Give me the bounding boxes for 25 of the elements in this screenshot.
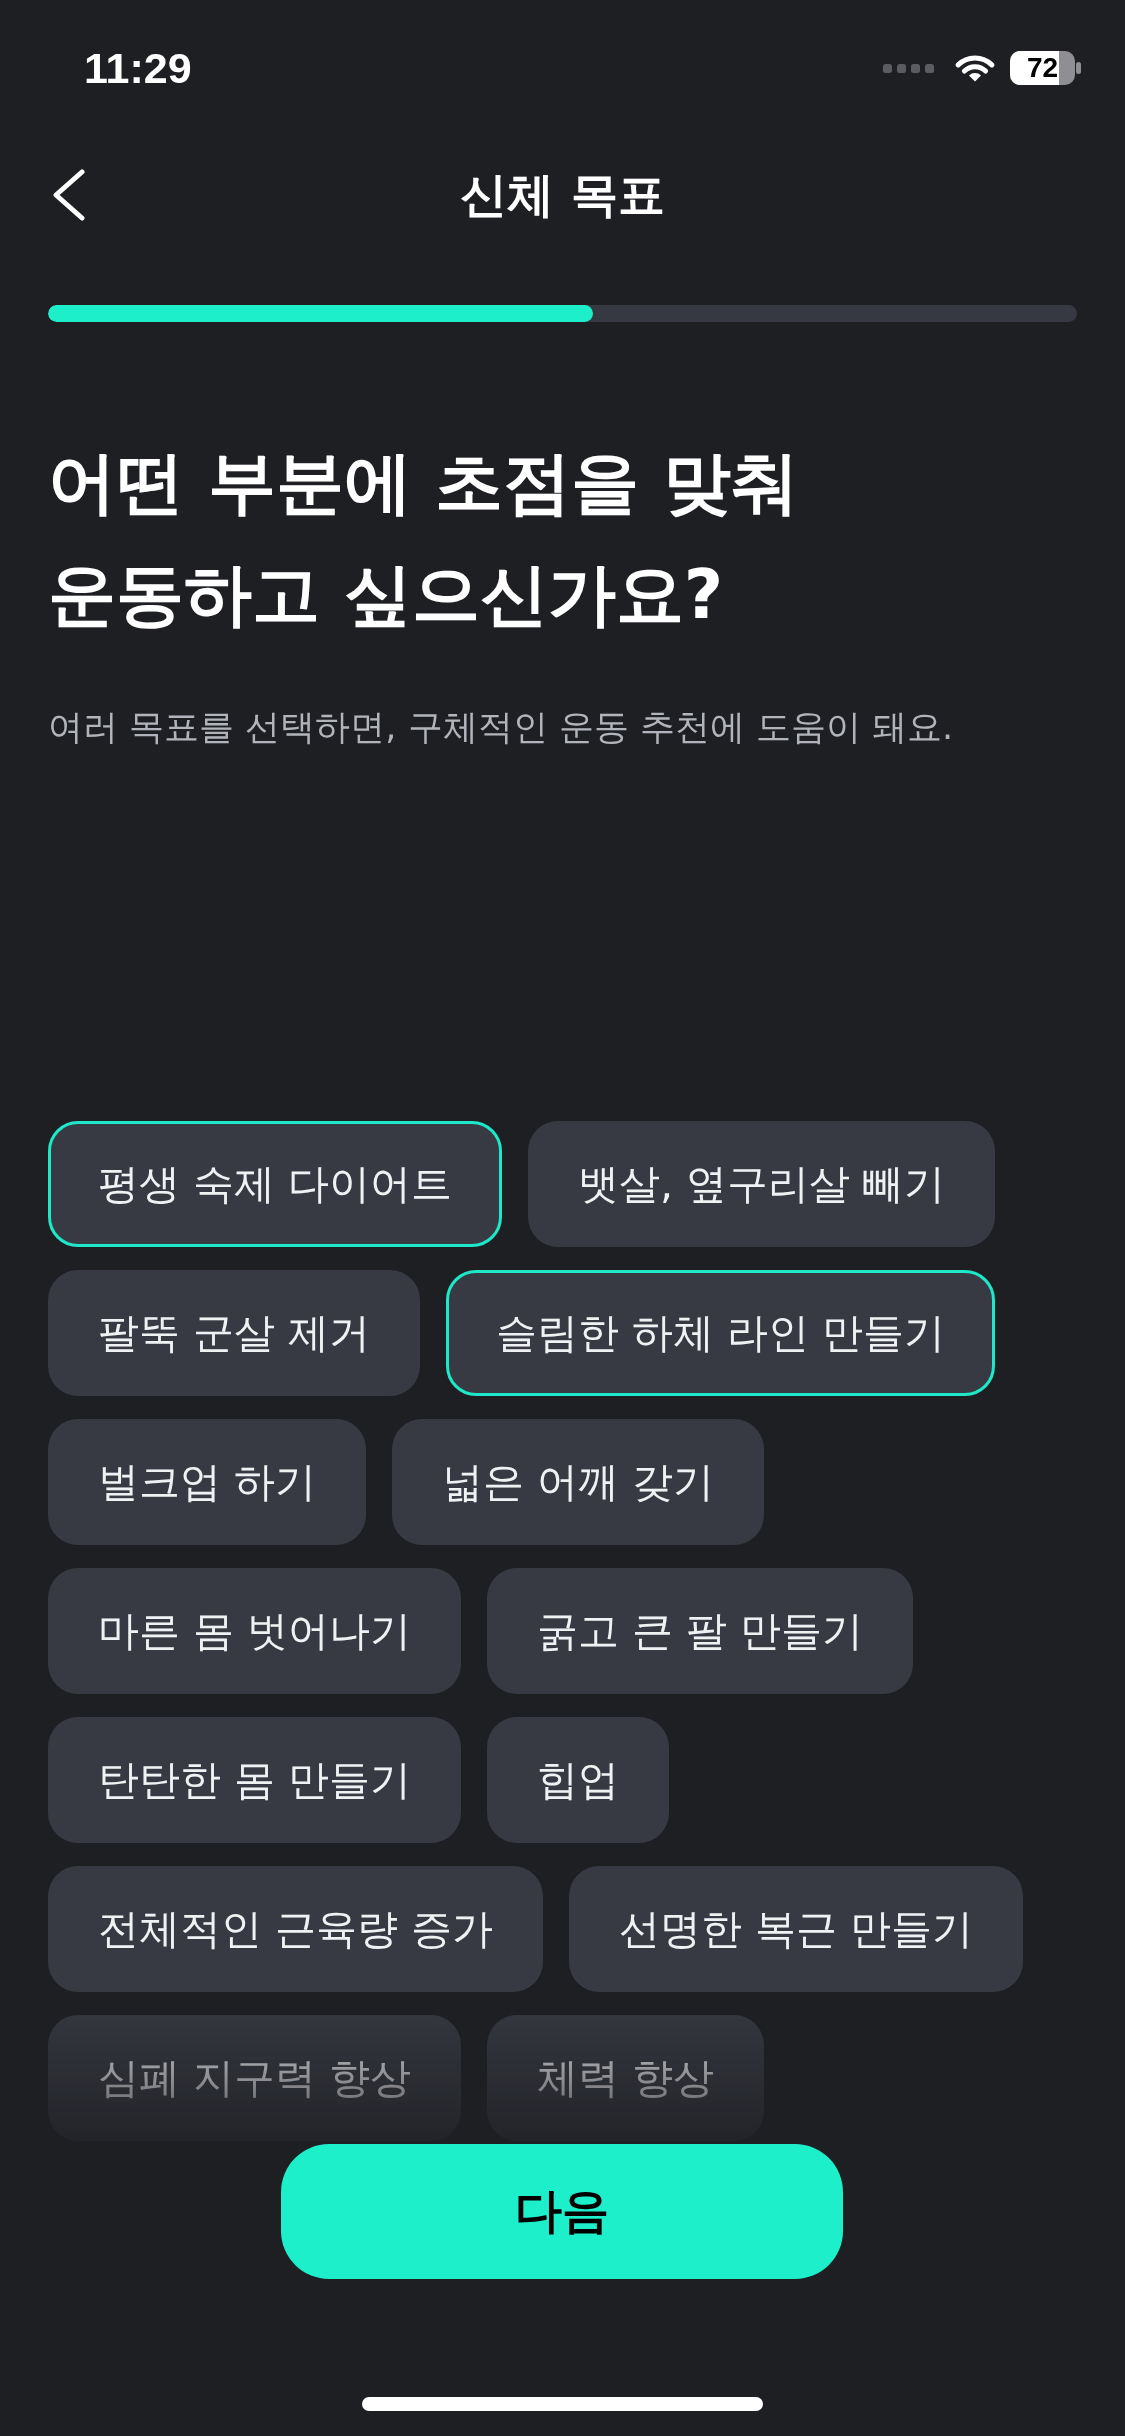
- question-heading: 어떤 부분에 초점을 맞춰 운동하고 싶으신가요?: [48, 442, 801, 636]
- goal-chip[interactable]: 힙업: [487, 1717, 670, 1843]
- goal-chip[interactable]: 탄탄한 몸 만들기: [48, 1717, 462, 1843]
- goal-chip[interactable]: 심폐 지구력 향상: [48, 2015, 462, 2141]
- battery-percent: 72: [1026, 54, 1059, 82]
- goal-chip[interactable]: 팔뚝 군살 제거: [48, 1270, 421, 1396]
- goal-chip[interactable]: 뱃살, 옆구리살 빼기: [528, 1121, 996, 1247]
- back-button[interactable]: [52, 169, 86, 221]
- back-icon: [52, 169, 86, 221]
- question-hint: 여러 목표를 선택하면, 구체적인 운동 추천에 도움이 돼요.: [48, 706, 955, 749]
- wifi-icon: [955, 54, 995, 82]
- screen-title: 신체 목표: [460, 166, 665, 224]
- status-time: 11:29: [84, 46, 192, 90]
- goal-chip[interactable]: 굵고 큰 팔 만들기: [487, 1568, 914, 1694]
- next-button[interactable]: 다음: [281, 2144, 843, 2279]
- battery-icon: [1010, 51, 1081, 85]
- goal-chip[interactable]: 슬림한 하체 라인 만들기: [446, 1270, 996, 1396]
- signal-icon: [883, 63, 934, 73]
- goal-chip[interactable]: 벌크업 하기: [48, 1419, 367, 1545]
- goal-chip[interactable]: 넓은 어깨 갖기: [392, 1419, 765, 1545]
- goal-chip[interactable]: 마른 몸 벗어나기: [48, 1568, 462, 1694]
- goal-chip[interactable]: 전체적인 근육량 증가: [48, 1866, 544, 1992]
- goal-chip[interactable]: 평생 숙제 다이어트: [48, 1121, 503, 1247]
- goal-chip[interactable]: 체력 향상: [487, 2015, 765, 2141]
- goal-chip[interactable]: 선명한 복근 만들기: [569, 1866, 1024, 1992]
